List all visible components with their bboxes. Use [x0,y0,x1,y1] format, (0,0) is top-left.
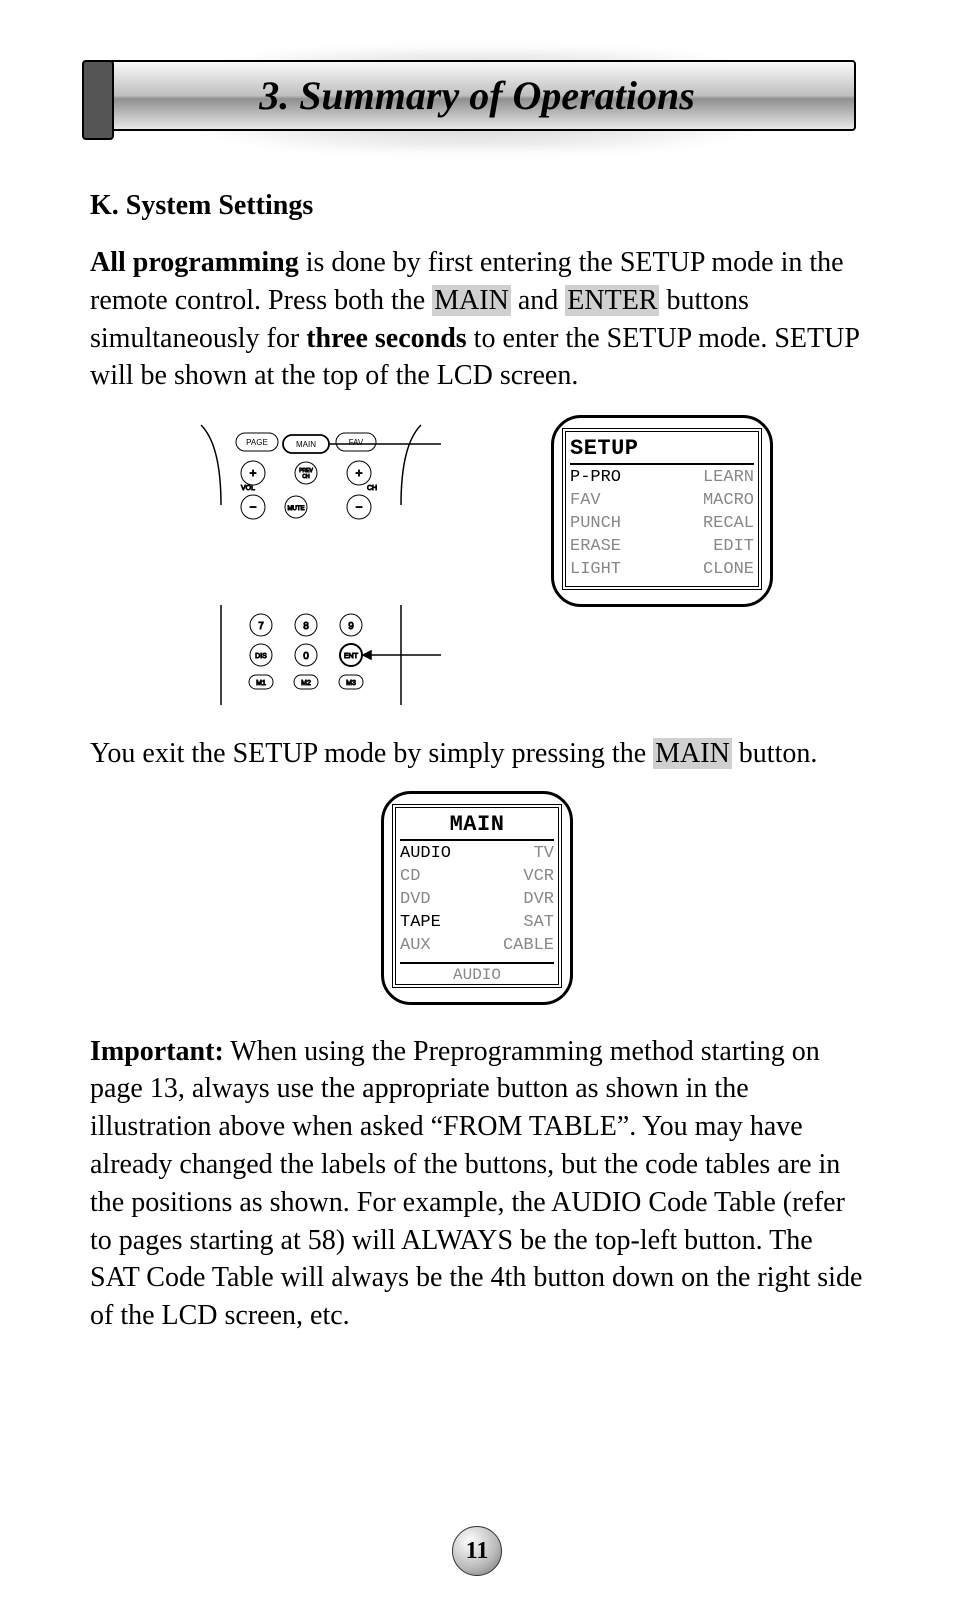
btn-page: PAGE [246,438,268,447]
lcd-cell: AUX [400,935,431,958]
para3-lead: Important: [90,1036,224,1067]
main-lcd: MAIN AUDIO TV CD VCR DVD DVR TAPE SAT AUX CAB… [381,791,573,1005]
btn-main: MAIN [296,440,316,449]
svg-text:M2: M2 [301,680,311,687]
btn-fav: FAV [349,438,364,447]
main-lcd-grid: AUDIO TV CD VCR DVD DVR TAPE SAT AUX CABLE [400,841,554,962]
lcd-cell: CABLE [503,935,554,958]
lcd-cell: ERASE [570,536,621,559]
lcd-cell: P-PRO [570,467,621,490]
figure-row-2: MAIN AUDIO TV CD VCR DVD DVR TAPE SAT AUX CAB… [90,791,864,1005]
svg-text:0: 0 [303,651,309,662]
lcd-cell: DVD [400,889,431,912]
svg-text:DIS: DIS [255,653,267,660]
page-number-wrap: 11 [0,1526,954,1576]
svg-text:VOL: VOL [241,485,255,492]
svg-text:+: + [249,466,256,480]
chapter-title-bar: 3. Summary of Operations [90,60,864,140]
page: 3. Summary of Operations K. System Setti… [0,0,954,1616]
lcd-cell: FAV [570,490,601,513]
paragraph-3: Important: When using the Preprogramming… [90,1033,864,1335]
page-number: 11 [452,1526,502,1576]
section-heading: K. System Settings [90,190,864,222]
svg-text:+: + [355,466,362,480]
para1-hl-main: MAIN [432,285,511,316]
setup-lcd-title: SETUP [570,436,754,465]
svg-text:CH: CH [302,474,310,480]
lcd-cell: EDIT [713,536,754,559]
lcd-cell: PUNCH [570,513,621,536]
lcd-cell: LIGHT [570,559,621,582]
lcd-cell: SAT [523,912,554,935]
svg-text:8: 8 [303,621,309,632]
setup-lcd-grid: P-PRO LEARN FAV MACRO PUNCH RECAL ERASE EDIT… [570,465,754,586]
lcd-cell: VCR [523,866,554,889]
paragraph-1: All programming is done by first enterin… [90,244,864,395]
svg-text:9: 9 [348,621,354,632]
para2-t1: You exit the SETUP mode by simply pressi… [90,738,653,769]
para1-t2: and [511,285,565,316]
para2-hl-main: MAIN [653,738,732,769]
svg-text:ENT: ENT [344,653,359,660]
title-bar: 3. Summary of Operations [98,60,856,131]
chapter-title-text: 3. Summary of Operations [259,73,695,118]
para1-hl-enter: ENTER [565,285,659,316]
main-lcd-footer: AUDIO [400,962,554,984]
lcd-cell: MACRO [703,490,754,513]
figure-row-1: PAGE MAIN FAV + VOL − PREVCH MUTE + CH − [90,415,864,715]
para1-bold2: three seconds [306,323,466,354]
lcd-cell: AUDIO [400,843,451,866]
lcd-cell: RECAL [703,513,754,536]
setup-lcd-inner: SETUP P-PRO LEARN FAV MACRO PUNCH RECAL ERA… [562,428,762,590]
lcd-cell: CLONE [703,559,754,582]
svg-text:7: 7 [258,621,264,632]
lcd-cell: LEARN [703,467,754,490]
svg-text:M1: M1 [256,680,266,687]
lcd-cell: TAPE [400,912,441,935]
setup-lcd: SETUP P-PRO LEARN FAV MACRO PUNCH RECAL ERA… [551,415,773,607]
lcd-cell: CD [400,866,420,889]
svg-text:−: − [249,500,256,514]
svg-text:MUTE: MUTE [288,506,305,512]
para1-lead: All programming [90,247,299,278]
svg-text:CH: CH [367,485,377,492]
remote-illustration: PAGE MAIN FAV + VOL − PREVCH MUTE + CH − [181,415,441,715]
paragraph-2: You exit the SETUP mode by simply pressi… [90,735,864,773]
svg-text:−: − [355,500,362,514]
main-lcd-title: MAIN [400,812,554,841]
svg-text:M3: M3 [346,680,356,687]
para2-t2: button. [732,738,818,769]
lcd-cell: TV [534,843,554,866]
lcd-cell: DVR [523,889,554,912]
para3-body: When using the Preprogramming method sta… [90,1036,862,1332]
title-cap-left [82,60,114,140]
main-lcd-inner: MAIN AUDIO TV CD VCR DVD DVR TAPE SAT AUX CAB… [392,804,562,988]
